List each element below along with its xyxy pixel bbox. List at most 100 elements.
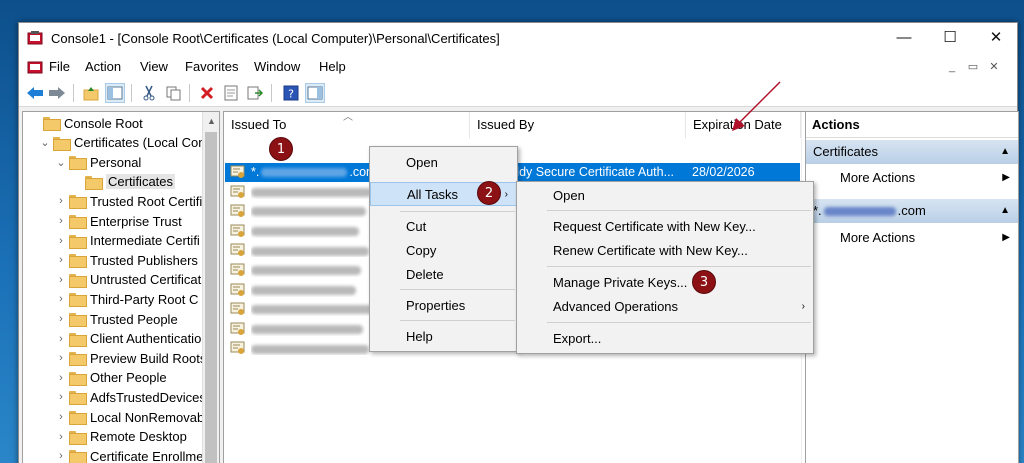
maximize-button[interactable]: ☐ [927,23,973,53]
up-folder-icon[interactable] [81,83,101,103]
menu-help[interactable]: Help [319,59,346,74]
toolbar-separator [189,84,190,102]
tree-item[interactable]: ⌄ Personal [53,153,141,171]
menu-item-copy[interactable]: Copy [370,239,517,263]
redacted-text [251,325,363,334]
svg-text:?: ? [288,88,294,101]
mdi-restore-icon[interactable]: ▭ [964,59,982,75]
collapsed-chevron-icon[interactable]: › [53,450,69,462]
tree-item[interactable]: Console Root [27,114,143,132]
tree-item[interactable]: › Untrusted Certificat [53,271,201,289]
mdi-minimize-icon[interactable]: _ [943,59,961,75]
expanded-chevron-icon[interactable]: ⌄ [37,136,53,149]
tree-item[interactable]: › Other People [53,369,167,387]
minimize-button[interactable]: — [881,23,927,53]
collapsed-chevron-icon[interactable]: › [53,313,69,325]
tree-item[interactable]: › Third-Party Root C [53,290,198,308]
column-issued-to[interactable]: Issued To [224,112,470,138]
menu-view[interactable]: View [140,59,168,74]
menu-window[interactable]: Window [254,59,300,74]
forward-arrow-icon[interactable] [47,83,67,103]
tree-item[interactable]: › Preview Build Roots [53,349,206,367]
tree-item[interactable]: › Trusted Publishers [53,251,198,269]
back-arrow-icon[interactable] [25,83,45,103]
menu-item-advanced-operations[interactable]: Advanced Operations › [517,295,813,319]
tree-item[interactable]: › AdfsTrustedDevices [53,388,206,406]
console-tree[interactable]: Console Root ⌄ Certificates (Local Com ⌄ Per… [22,111,220,463]
menu-favorites[interactable]: Favorites [185,59,238,74]
cell-expiration-date: 28/02/2026 [692,165,755,179]
tree-item[interactable]: › Client Authenticatio [53,330,201,348]
mmc-app-icon [27,31,43,45]
redacted-text [261,168,348,178]
tree-item-label: Certificate Enrollme [90,448,204,463]
collapsed-chevron-icon[interactable]: › [53,215,69,227]
column-issued-by[interactable]: Issued By [470,112,686,138]
menu-item-cut[interactable]: Cut [370,215,517,239]
collapsed-chevron-icon[interactable]: › [53,333,69,345]
mmc-document-icon[interactable] [27,59,43,75]
actions-section-certificates[interactable]: Certificates ▲ [806,140,1018,164]
collapsed-chevron-icon[interactable]: › [53,195,69,207]
tree-item[interactable]: ⌄ Certificates (Local Com [37,134,209,152]
export-list-icon[interactable] [245,83,265,103]
menu-file[interactable]: File [49,59,70,74]
more-actions-link[interactable]: More Actions [840,230,915,245]
tree-item-label: Trusted Publishers [90,252,198,268]
menu-item-properties[interactable]: Properties [370,294,517,318]
actions-section-certificate[interactable]: *. .com ▲ [806,199,1018,223]
scroll-thumb[interactable] [205,132,217,463]
tree-item[interactable]: › Local NonRemovab [53,408,204,426]
menu-item-open[interactable]: Open [370,151,517,175]
collapse-icon[interactable]: ▲ [1000,140,1010,164]
folder-icon [69,313,87,327]
tree-scrollbar[interactable]: ▲ [202,112,219,463]
menu-item-manage-private-keys[interactable]: Manage Private Keys... [517,271,813,295]
close-button[interactable]: ✕ [973,23,1019,53]
collapsed-chevron-icon[interactable]: › [53,293,69,305]
tree-item[interactable]: › Trusted Root Certifi [53,192,202,210]
collapsed-chevron-icon[interactable]: › [53,235,69,247]
tree-item[interactable]: › Intermediate Certifi [53,232,200,250]
help-icon[interactable]: ? [281,83,301,103]
tree-item[interactable]: › Trusted People [53,310,178,328]
menu-item-help[interactable]: Help [370,325,517,349]
menu-separator [400,289,515,290]
collapsed-chevron-icon[interactable]: › [53,431,69,443]
tree-item[interactable]: Certificates [69,173,176,191]
tree-item-label: Certificates [106,174,176,190]
menu-item-request-new-key[interactable]: Request Certificate with New Key... [517,215,813,239]
all-tasks-submenu: Open Request Certificate with New Key...… [516,181,814,354]
menu-action[interactable]: Action [85,59,121,74]
tree-item-label: Untrusted Certificat [90,272,202,288]
menu-item-export[interactable]: Export... [517,327,813,351]
show-hide-action-pane-icon[interactable] [305,83,325,103]
tree-item[interactable]: › Enterprise Trust [53,212,182,230]
folder-icon [69,352,87,367]
collapsed-chevron-icon[interactable]: › [53,352,69,364]
collapse-icon[interactable]: ▲ [1000,199,1010,223]
show-hide-tree-icon[interactable] [105,83,125,103]
properties-icon[interactable] [221,83,241,103]
menu-bar: File Action View Favorites Window Help _… [19,55,1017,79]
delete-icon[interactable] [197,83,217,103]
more-actions-link[interactable]: More Actions [840,170,915,185]
cut-icon[interactable] [139,83,159,103]
step-badge-3: 3 [692,270,716,294]
title-bar[interactable]: Console1 - [Console Root\Certificates (L… [19,23,1017,55]
collapsed-chevron-icon[interactable]: › [53,391,69,403]
collapsed-chevron-icon[interactable]: › [53,411,69,423]
collapsed-chevron-icon[interactable]: › [53,274,69,286]
menu-item-open[interactable]: Open [517,184,813,208]
tree-item[interactable]: › Remote Desktop [53,428,187,446]
menu-item-renew-new-key[interactable]: Renew Certificate with New Key... [517,239,813,263]
menu-item-delete[interactable]: Delete [370,263,517,287]
expanded-chevron-icon[interactable]: ⌄ [53,156,69,169]
tree-item[interactable]: › Certificate Enrollme [53,447,203,463]
collapsed-chevron-icon[interactable]: › [53,254,69,266]
copy-icon[interactable] [163,83,183,103]
mdi-close-icon[interactable]: ✕ [985,59,1003,75]
scroll-up-icon[interactable]: ▲ [207,116,216,126]
collapsed-chevron-icon[interactable]: › [53,372,69,384]
tree-item-label: AdfsTrustedDevices [90,389,206,405]
